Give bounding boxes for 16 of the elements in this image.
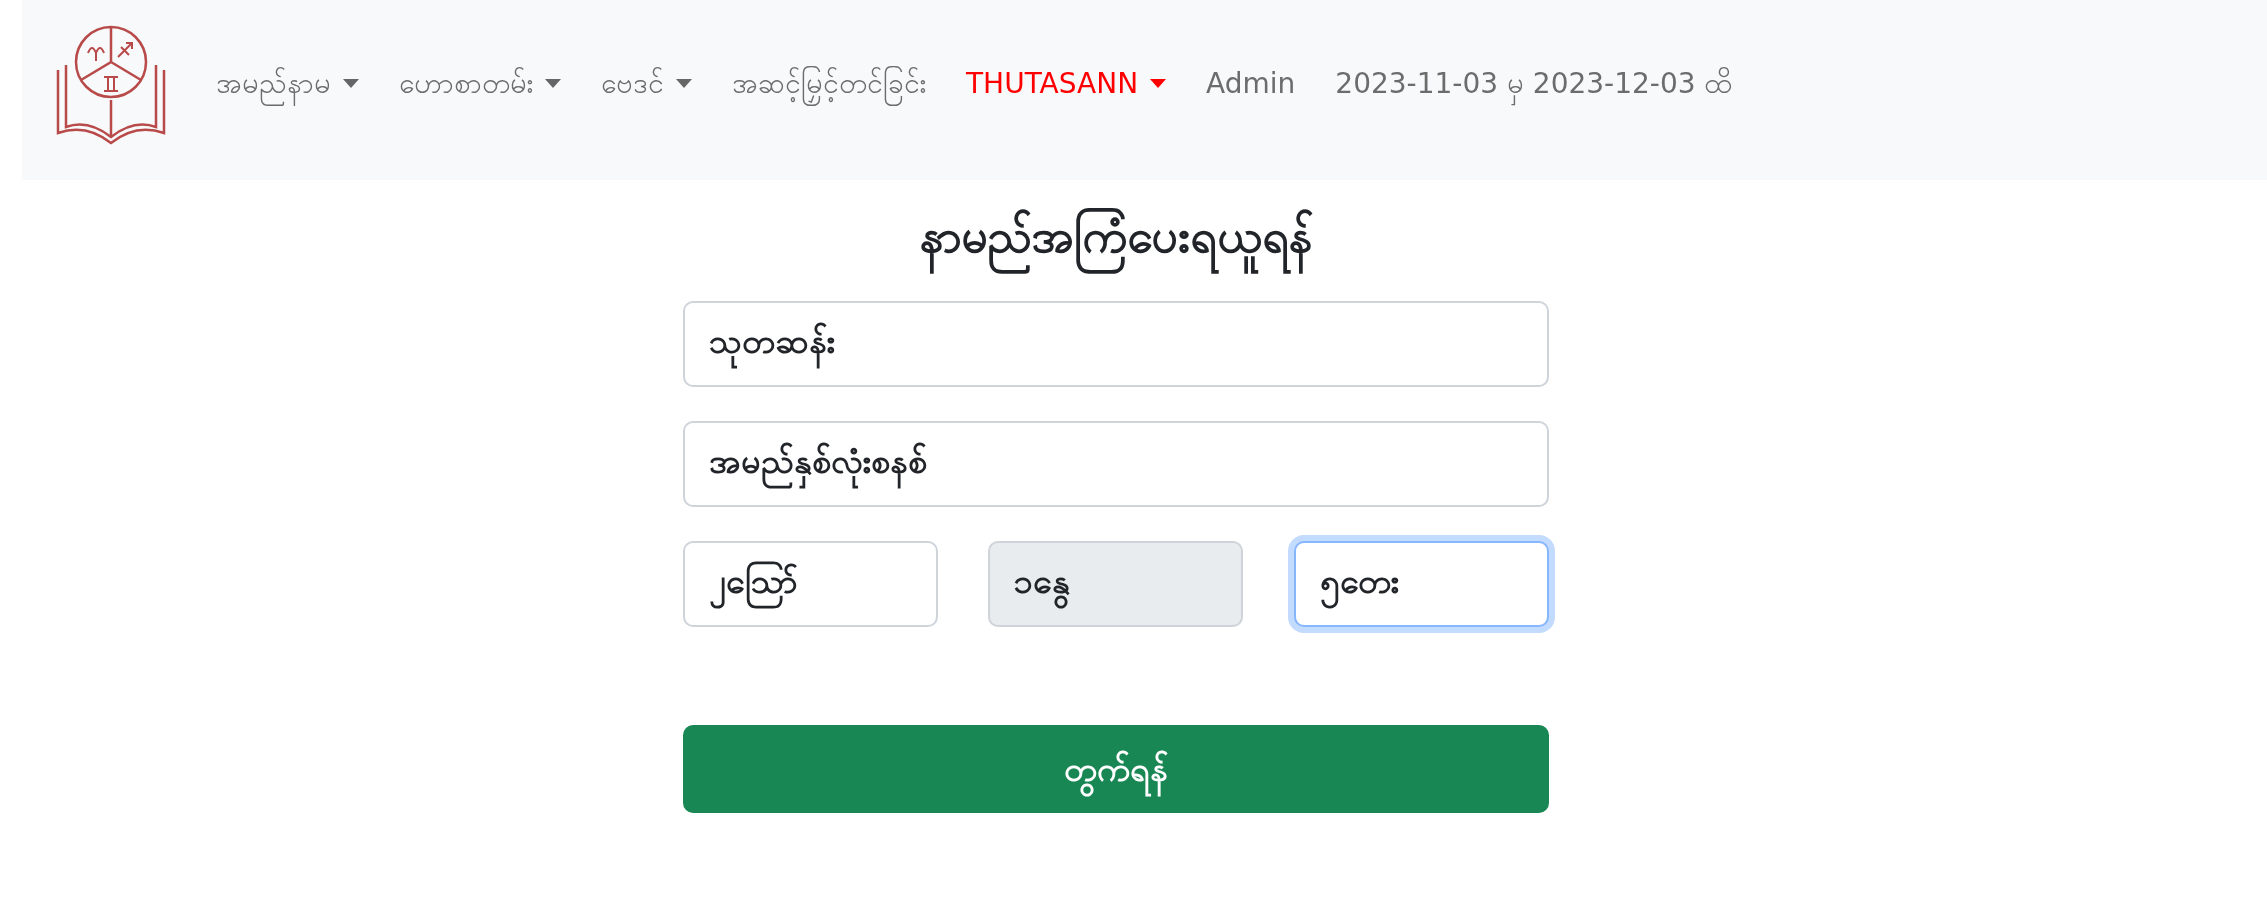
nav-link[interactable]: ဗေဒင် (601, 63, 692, 105)
nav-link[interactable]: THUTASANN (966, 63, 1167, 105)
nav-link[interactable]: အမည်နာမ (216, 63, 359, 105)
text-field[interactable]: ၂ဪ (682, 541, 938, 627)
caret-icon (545, 79, 561, 89)
nav-link[interactable]: ဟောစာတမ်း (399, 63, 561, 105)
caret-icon (676, 79, 692, 89)
text-field[interactable]: သုတဆန်း (682, 301, 1549, 387)
calculate-button[interactable]: တွက်ရန် (682, 725, 1549, 813)
nav-text: 2023-11-03 မှ 2023-12-03 ထိ (1335, 63, 1733, 105)
caret-icon (1150, 79, 1167, 89)
nav-text: Admin (1206, 66, 1296, 102)
nav-link[interactable]: အဆင့်မြှင့်တင်ခြင်း (732, 63, 926, 105)
caret-icon (343, 79, 359, 89)
text-field[interactable]: ၅တေး (1293, 541, 1549, 627)
text-field[interactable]: အမည်နှစ်လုံးစနစ် (682, 421, 1549, 507)
